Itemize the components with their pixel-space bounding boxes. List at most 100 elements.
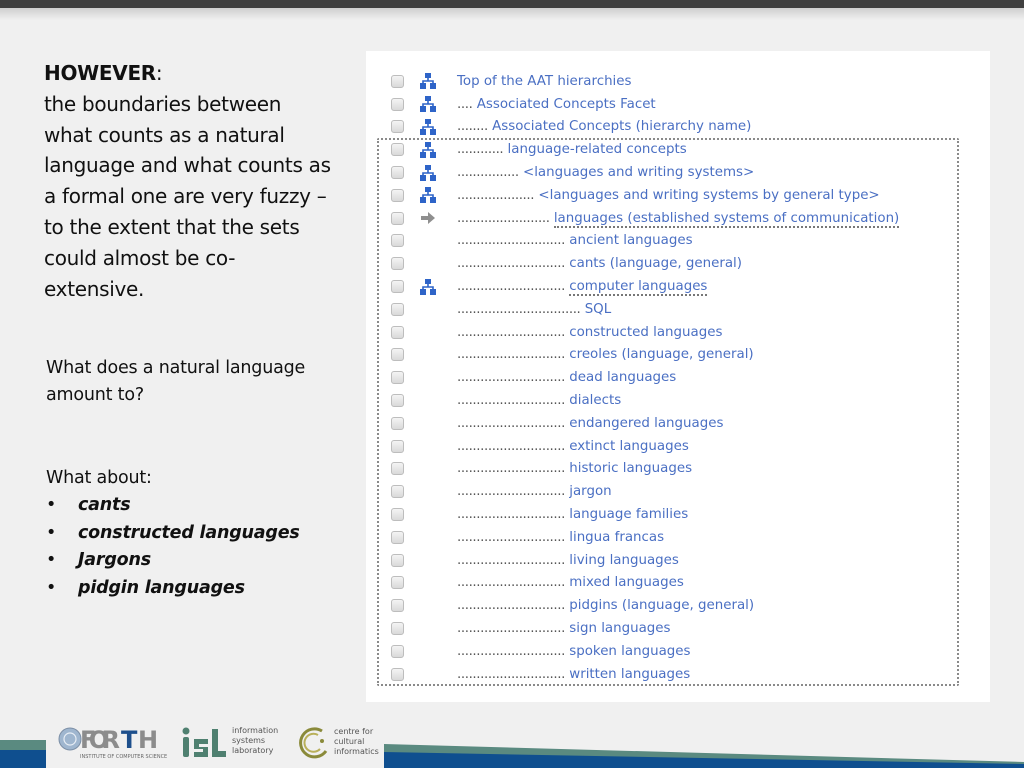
row-label: ............................ sign langua… bbox=[457, 621, 671, 636]
indent-dots: ............................ bbox=[457, 347, 565, 363]
row-checkbox[interactable] bbox=[391, 348, 404, 362]
term-link[interactable]: Top of the AAT hierarchies bbox=[457, 74, 632, 89]
row-checkbox[interactable] bbox=[391, 325, 404, 339]
indent-dots: ............................ bbox=[457, 621, 565, 637]
term-link[interactable]: lingua francas bbox=[569, 530, 664, 545]
row-label: ............ language-related concepts bbox=[457, 142, 687, 157]
term-link[interactable]: endangered languages bbox=[569, 416, 723, 431]
row-checkbox[interactable] bbox=[391, 120, 404, 134]
row-checkbox[interactable] bbox=[391, 508, 404, 522]
row-checkbox[interactable] bbox=[391, 644, 404, 658]
term-link[interactable]: dead languages bbox=[569, 370, 676, 385]
term-link[interactable]: creoles (language, general) bbox=[569, 347, 753, 362]
row-checkbox[interactable] bbox=[391, 97, 404, 111]
row-checkbox[interactable] bbox=[391, 416, 404, 430]
term-link[interactable]: Associated Concepts (hierarchy name) bbox=[492, 119, 751, 134]
term-link[interactable]: sign languages bbox=[569, 621, 670, 636]
bullet-text: Jargons bbox=[78, 550, 151, 571]
term-link[interactable]: language families bbox=[569, 507, 688, 522]
indent-dots: ............................ bbox=[457, 666, 565, 682]
row-label: ............................ ancient lan… bbox=[457, 233, 693, 248]
term-link[interactable]: pidgins (language, general) bbox=[569, 598, 754, 613]
row-label: ................................ SQL bbox=[457, 302, 611, 317]
row-checkbox[interactable] bbox=[391, 462, 404, 476]
hierarchy-row: ............................ lingua fran… bbox=[389, 526, 899, 549]
bullet-item: • cants bbox=[46, 492, 346, 519]
row-checkbox[interactable] bbox=[391, 143, 404, 157]
arrow-right-icon bbox=[421, 212, 435, 225]
row-checkbox[interactable] bbox=[391, 166, 404, 180]
term-link[interactable]: Associated Concepts Facet bbox=[477, 97, 656, 112]
icon-slot bbox=[419, 141, 447, 158]
hierarchy-icon[interactable] bbox=[420, 164, 436, 181]
hierarchy-icon[interactable] bbox=[420, 278, 436, 295]
row-checkbox[interactable] bbox=[391, 371, 404, 385]
row-checkbox[interactable] bbox=[391, 280, 404, 294]
row-checkbox[interactable] bbox=[391, 439, 404, 453]
row-checkbox[interactable] bbox=[391, 234, 404, 248]
row-checkbox[interactable] bbox=[391, 74, 404, 88]
term-link[interactable]: language-related concepts bbox=[508, 142, 687, 157]
row-checkbox[interactable] bbox=[391, 302, 404, 316]
row-checkbox[interactable] bbox=[391, 576, 404, 590]
icon-slot bbox=[419, 164, 447, 181]
hierarchy-row: ............................ pidgins (la… bbox=[389, 594, 899, 617]
hierarchy-row: .................... <languages and writ… bbox=[389, 184, 899, 207]
hierarchy-icon[interactable] bbox=[420, 187, 436, 204]
icon-slot bbox=[419, 552, 447, 568]
term-link[interactable]: <languages and writing systems by genera… bbox=[538, 188, 879, 203]
icon-slot bbox=[419, 96, 447, 113]
row-checkbox[interactable] bbox=[391, 667, 404, 681]
term-link[interactable]: constructed languages bbox=[569, 325, 722, 340]
term-link[interactable]: SQL bbox=[585, 302, 612, 317]
bullet-list: • cants • constructed languages • Jargons •… bbox=[46, 492, 346, 602]
row-checkbox[interactable] bbox=[391, 211, 404, 225]
indent-dots: ............................ bbox=[457, 643, 565, 659]
hierarchy-icon[interactable] bbox=[420, 141, 436, 158]
row-checkbox[interactable] bbox=[391, 553, 404, 567]
hierarchy-row: ............................ cants (lang… bbox=[389, 252, 899, 275]
term-link[interactable]: spoken languages bbox=[569, 644, 690, 659]
row-label: ............................ extinct lan… bbox=[457, 439, 689, 454]
icon-slot bbox=[419, 507, 447, 523]
indent-dots: ............................ bbox=[457, 438, 565, 454]
heading-colon: : bbox=[155, 61, 163, 85]
row-checkbox[interactable] bbox=[391, 394, 404, 408]
row-label: ............................ dialects bbox=[457, 393, 621, 408]
term-link[interactable]: computer languages bbox=[569, 279, 708, 297]
icon-slot bbox=[419, 621, 447, 637]
row-checkbox[interactable] bbox=[391, 188, 404, 202]
term-link[interactable]: historic languages bbox=[569, 461, 692, 476]
bullet-text: cants bbox=[78, 495, 131, 516]
term-link[interactable]: extinct languages bbox=[569, 439, 689, 454]
row-checkbox[interactable] bbox=[391, 599, 404, 613]
indent-dots: ............................ bbox=[457, 393, 565, 409]
hierarchy-row: ........................ languages (esta… bbox=[389, 207, 900, 230]
icon-slot bbox=[419, 666, 447, 682]
indent-dots: ................................ bbox=[457, 301, 581, 317]
term-link[interactable]: cants (language, general) bbox=[569, 256, 742, 271]
hierarchy-row: ................................ SQL bbox=[389, 298, 899, 321]
row-checkbox[interactable] bbox=[391, 622, 404, 636]
icon-slot bbox=[419, 73, 447, 90]
hierarchy-icon[interactable] bbox=[420, 118, 436, 135]
hierarchy-row: ............................ creoles (la… bbox=[389, 344, 899, 367]
row-label: .... Associated Concepts Facet bbox=[457, 97, 656, 112]
hierarchy-icon[interactable] bbox=[420, 96, 436, 113]
term-link[interactable]: jargon bbox=[569, 484, 611, 499]
term-link[interactable]: dialects bbox=[569, 393, 621, 408]
main-statement: HOWEVER: the boundaries between what cou… bbox=[44, 58, 354, 304]
term-link[interactable]: <languages and writing systems> bbox=[523, 165, 754, 180]
footer-band-left-blue bbox=[0, 750, 46, 768]
term-link[interactable]: living languages bbox=[569, 553, 679, 568]
term-link[interactable]: written languages bbox=[569, 667, 690, 682]
row-checkbox[interactable] bbox=[391, 530, 404, 544]
row-checkbox[interactable] bbox=[391, 485, 404, 499]
term-link[interactable]: languages (established systems of commun… bbox=[553, 210, 900, 228]
forth-logo-graphic: FOR T H INSTITUTE OF COMPUTER SCIENCE bbox=[58, 726, 167, 760]
term-link[interactable]: ancient languages bbox=[569, 233, 692, 248]
row-checkbox[interactable] bbox=[391, 257, 404, 271]
hierarchy-row: ............................ jargon bbox=[389, 480, 899, 503]
term-link[interactable]: mixed languages bbox=[569, 575, 684, 590]
hierarchy-icon[interactable] bbox=[420, 73, 436, 90]
